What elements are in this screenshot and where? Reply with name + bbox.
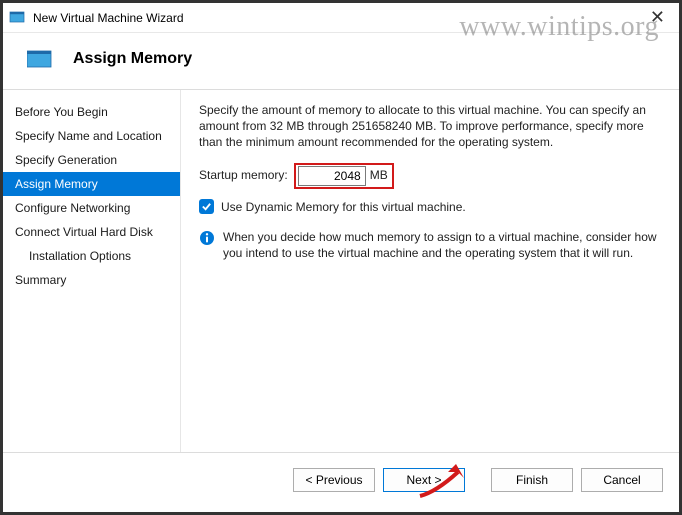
close-icon[interactable]: ✕ [642,7,673,28]
wizard-steps-sidebar: Before You Begin Specify Name and Locati… [3,90,181,452]
dynamic-memory-row: Use Dynamic Memory for this virtual mach… [199,199,661,215]
startup-memory-row: Startup memory: MB [199,163,661,189]
wizard-footer: < Previous Next > Finish Cancel [3,452,679,506]
wizard-header: Assign Memory [3,33,679,90]
startup-memory-highlight: MB [294,163,394,189]
startup-memory-label: Startup memory: [199,167,288,183]
window-title: New Virtual Machine Wizard [33,11,642,25]
step-connect-vhd[interactable]: Connect Virtual Hard Disk [3,220,180,244]
step-installation-options[interactable]: Installation Options [3,244,180,268]
wizard-header-icon [27,49,55,69]
dynamic-memory-label: Use Dynamic Memory for this virtual mach… [221,199,466,215]
step-summary[interactable]: Summary [3,268,180,292]
info-icon [199,230,215,246]
startup-memory-unit: MB [370,167,388,183]
wizard-content: Specify the amount of memory to allocate… [181,90,679,452]
step-specify-name[interactable]: Specify Name and Location [3,124,180,148]
step-specify-generation[interactable]: Specify Generation [3,148,180,172]
info-text: When you decide how much memory to assig… [223,229,661,261]
titlebar: New Virtual Machine Wizard ✕ [3,3,679,33]
step-assign-memory[interactable]: Assign Memory [3,172,180,196]
cancel-button[interactable]: Cancel [581,468,663,492]
info-row: When you decide how much memory to assig… [199,229,661,261]
previous-button[interactable]: < Previous [293,468,375,492]
finish-button[interactable]: Finish [491,468,573,492]
next-button[interactable]: Next > [383,468,465,492]
startup-memory-input[interactable] [298,166,366,186]
step-configure-networking[interactable]: Configure Networking [3,196,180,220]
step-before-you-begin[interactable]: Before You Begin [3,100,180,124]
dynamic-memory-checkbox[interactable] [199,199,214,214]
app-icon [9,10,25,26]
page-title: Assign Memory [73,50,192,68]
description-text: Specify the amount of memory to allocate… [199,102,661,151]
